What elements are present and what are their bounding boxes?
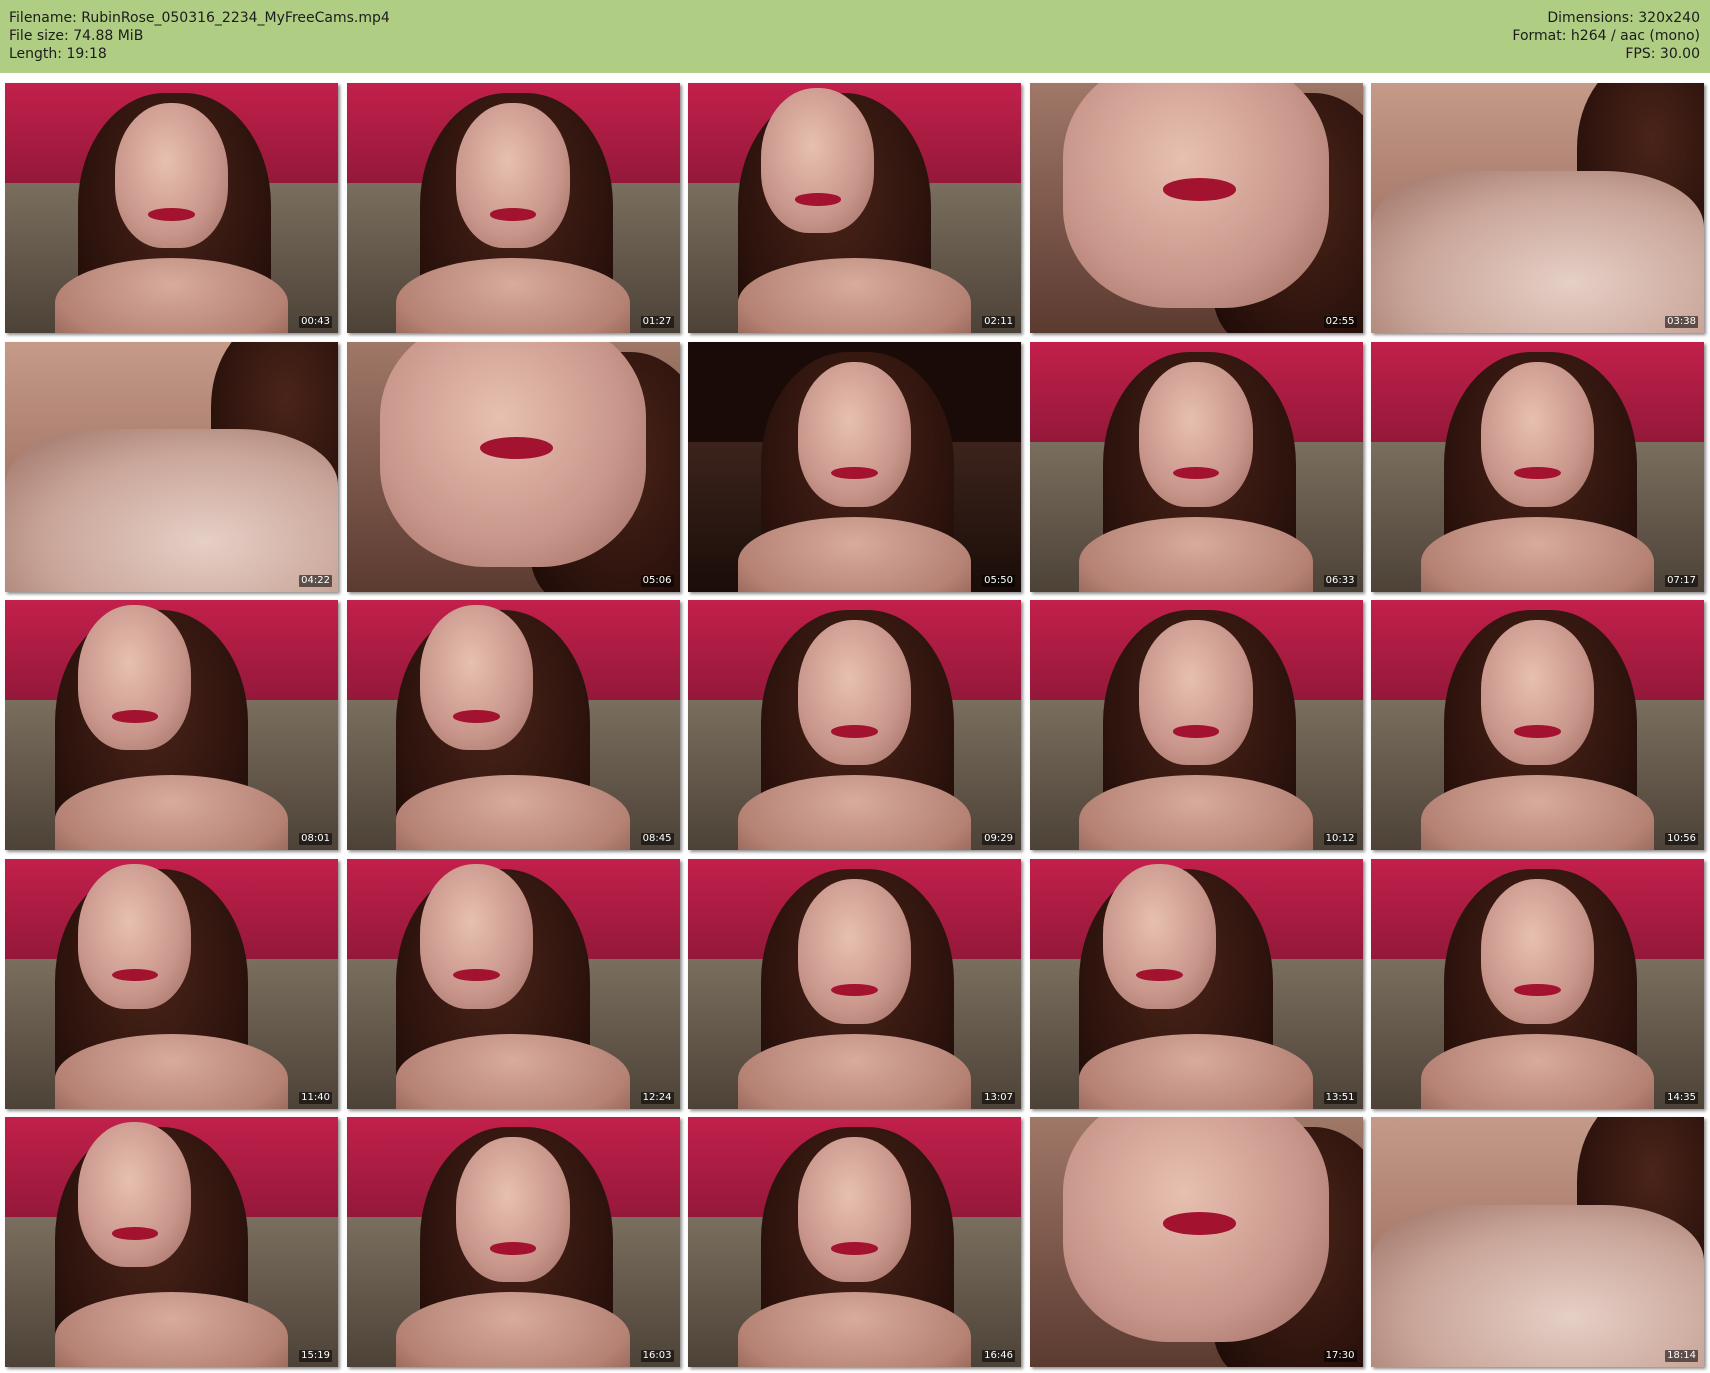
frame-image: [5, 341, 338, 592]
fps-label: FPS: 30.00: [1625, 46, 1700, 62]
frame-image: [688, 858, 1021, 1109]
video-frame-thumbnail[interactable]: 16:03: [346, 1117, 680, 1367]
frame-timestamp: 01:27: [640, 316, 674, 328]
frame-image: [346, 600, 680, 850]
frame-image: [346, 341, 680, 592]
frame-image: [346, 858, 680, 1109]
video-frame-thumbnail[interactable]: 12:24: [346, 858, 680, 1109]
frame-image: [1371, 858, 1704, 1109]
video-frame-thumbnail[interactable]: 07:17: [1371, 341, 1704, 592]
frame-timestamp: 16:03: [640, 1350, 674, 1362]
frame-image: [1029, 858, 1363, 1109]
video-frame-thumbnail[interactable]: 05:50: [688, 341, 1021, 592]
video-frame-thumbnail[interactable]: 06:33: [1029, 341, 1363, 592]
length-label: Length: 19:18: [9, 46, 107, 62]
frame-timestamp: 06:33: [1323, 574, 1357, 587]
frame-timestamp: 15:19: [299, 1350, 332, 1362]
frame-image: [1029, 600, 1363, 850]
filesize-label: File size: 74.88 MiB: [9, 28, 144, 44]
format-label: Format: h264 / aac (mono): [1512, 28, 1700, 44]
video-frame-thumbnail[interactable]: 01:27: [346, 83, 680, 333]
frame-timestamp: 13:07: [982, 1091, 1015, 1104]
frame-image: [688, 1117, 1021, 1367]
frame-image: [1371, 600, 1704, 850]
video-frame-thumbnail[interactable]: 10:56: [1371, 600, 1704, 850]
video-frame-thumbnail[interactable]: 15:19: [5, 1117, 338, 1367]
video-frame-thumbnail[interactable]: 13:07: [688, 858, 1021, 1109]
frame-image: [688, 83, 1021, 333]
dimensions-label: Dimensions: 320x240: [1547, 10, 1700, 26]
video-frame-thumbnail[interactable]: 02:55: [1029, 83, 1363, 333]
video-frame-thumbnail[interactable]: 13:51: [1029, 858, 1363, 1109]
frame-timestamp: 02:55: [1323, 316, 1357, 328]
frame-timestamp: 05:50: [982, 574, 1015, 587]
video-frame-thumbnail[interactable]: 08:01: [5, 600, 338, 850]
frame-timestamp: 08:01: [299, 833, 332, 845]
frame-image: [346, 83, 680, 333]
frame-timestamp: 07:17: [1665, 574, 1698, 587]
frame-timestamp: 03:38: [1665, 316, 1698, 328]
video-frame-thumbnail[interactable]: 08:45: [346, 600, 680, 850]
frame-timestamp: 10:12: [1323, 833, 1357, 845]
frame-image: [346, 1117, 680, 1367]
video-frame-thumbnail[interactable]: 04:22: [5, 341, 338, 592]
video-frame-thumbnail[interactable]: 09:29: [688, 600, 1021, 850]
video-frame-thumbnail[interactable]: 17:30: [1029, 1117, 1363, 1367]
frame-image: [1029, 83, 1363, 333]
frame-image: [5, 83, 338, 333]
frame-timestamp: 04:22: [299, 574, 332, 587]
frame-image: [1371, 341, 1704, 592]
video-frame-thumbnail[interactable]: 02:11: [688, 83, 1021, 333]
frame-timestamp: 12:24: [640, 1091, 674, 1104]
thumbnail-grid: 00:43 01:27 02:11 02:55 03:38 04:22 05:06 05:50…: [5, 83, 1705, 1367]
video-frame-thumbnail[interactable]: 16:46: [688, 1117, 1021, 1367]
frame-timestamp: 17:30: [1323, 1350, 1357, 1362]
frame-timestamp: 05:06: [640, 574, 674, 587]
frame-image: [1371, 1117, 1704, 1367]
video-frame-thumbnail[interactable]: 10:12: [1029, 600, 1363, 850]
frame-timestamp: 13:51: [1323, 1091, 1357, 1104]
frame-image: [688, 341, 1021, 592]
frame-timestamp: 10:56: [1665, 833, 1698, 845]
video-frame-thumbnail[interactable]: 00:43: [5, 83, 338, 333]
filename-label: Filename: RubinRose_050316_2234_MyFreeCa…: [9, 10, 390, 26]
video-frame-thumbnail[interactable]: 05:06: [346, 341, 680, 592]
frame-image: [1029, 1117, 1363, 1367]
video-frame-thumbnail[interactable]: 18:14: [1371, 1117, 1704, 1367]
frame-timestamp: 18:14: [1665, 1350, 1698, 1362]
video-frame-thumbnail[interactable]: 14:35: [1371, 858, 1704, 1109]
frame-image: [5, 858, 338, 1109]
frame-image: [1371, 83, 1704, 333]
frame-timestamp: 09:29: [982, 833, 1015, 845]
frame-timestamp: 02:11: [982, 316, 1015, 328]
frame-image: [5, 1117, 338, 1367]
info-header: Filename: RubinRose_050316_2234_MyFreeCa…: [0, 0, 1710, 73]
frame-timestamp: 16:46: [982, 1350, 1015, 1362]
frame-timestamp: 00:43: [299, 316, 332, 328]
frame-timestamp: 08:45: [640, 833, 674, 845]
video-frame-thumbnail[interactable]: 03:38: [1371, 83, 1704, 333]
frame-timestamp: 14:35: [1665, 1091, 1698, 1104]
video-frame-thumbnail[interactable]: 11:40: [5, 858, 338, 1109]
media-info: Dimensions: 320x240 Format: h264 / aac (…: [1512, 9, 1700, 63]
frame-image: [5, 600, 338, 850]
file-info: Filename: RubinRose_050316_2234_MyFreeCa…: [9, 9, 390, 63]
frame-image: [688, 600, 1021, 850]
frame-image: [1029, 341, 1363, 592]
frame-timestamp: 11:40: [299, 1091, 332, 1104]
